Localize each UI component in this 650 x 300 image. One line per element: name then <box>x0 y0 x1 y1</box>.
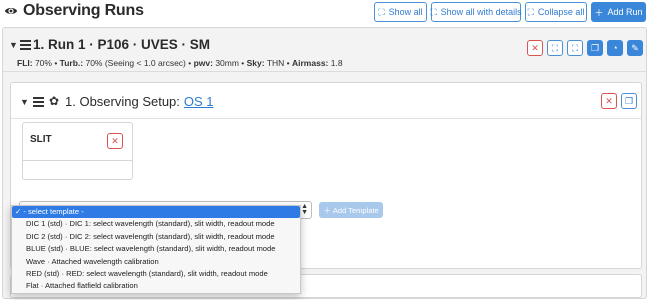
select-arrows-icon: ▲ ▼ <box>301 203 308 216</box>
pwv-label: pwv: <box>193 58 213 68</box>
run-header: ▼ 1. Run 1 · P106 · UVES · SM FLI: 70% •… <box>3 28 646 72</box>
slit-label: SLIT <box>30 134 52 145</box>
show-all-label: Show all <box>388 7 423 17</box>
close-icon: ✕ <box>531 42 539 53</box>
delete-run-button[interactable]: ✕ <box>527 40 543 56</box>
template-option-label: - select template - <box>23 207 84 216</box>
show-all-details-label: Show all with details <box>440 7 522 17</box>
gear-icon[interactable]: ✿ <box>49 94 59 108</box>
run-title: 1. Run 1 · P106 · UVES · SM <box>33 37 211 52</box>
template-option[interactable]: DIC 1 (std) · DIC 1: select wavelength (… <box>12 218 300 230</box>
show-all-button[interactable]: ⛶ Show all <box>374 2 427 22</box>
expand-icon: ⛶ <box>378 6 385 17</box>
menu-icon[interactable] <box>20 40 31 50</box>
template-option[interactable]: ✓ - select template - <box>12 206 300 219</box>
slit-template-card: SLIT ✕ <box>22 122 133 180</box>
fli-label: FLI: <box>17 58 33 68</box>
show-all-details-button[interactable]: ⛶ Show all with details <box>430 2 522 22</box>
clock-button[interactable]: ◔ <box>607 40 623 56</box>
collapse-run-button[interactable]: ⛶ <box>547 40 563 56</box>
plus-icon: ＋ <box>323 205 333 215</box>
add-template-button[interactable]: ＋ Add Template <box>319 202 383 218</box>
expand-icon: ⛶ <box>571 42 579 53</box>
checkmark-icon: ✓ <box>15 207 22 216</box>
collapse-all-button[interactable]: ⛶ Collapse all <box>525 2 587 22</box>
template-option[interactable]: DIC 2 (std) · DIC 2: select wavelength (… <box>12 231 300 243</box>
copy-run-button[interactable]: ❐ <box>587 40 603 56</box>
fli-value: 70% • <box>32 58 60 68</box>
eye-icon <box>4 8 18 14</box>
template-dropdown: ✓ - select template - DIC 1 (std) · DIC 1… <box>11 205 301 294</box>
edit-run-button[interactable]: ✎ <box>627 40 643 56</box>
template-option[interactable]: Flat · Attached flatfield calibration <box>12 280 300 292</box>
turb-label: Turb.: <box>59 58 84 68</box>
close-icon: ✕ <box>605 95 613 106</box>
airmass-value: 1.8 <box>328 58 343 68</box>
copy-setup-button[interactable]: ❐ <box>621 93 637 109</box>
add-template-label: Add Template <box>332 205 379 215</box>
copy-icon: ❐ <box>624 95 634 106</box>
pwv-value: 30mm • <box>212 58 247 68</box>
copy-icon: ❐ <box>590 42 600 53</box>
expand-run-button[interactable]: ⛶ <box>567 40 583 56</box>
expand-icon: ⛶ <box>430 6 437 17</box>
delete-slit-button[interactable]: ✕ <box>107 133 123 149</box>
sky-value: THN • <box>264 58 292 68</box>
page-title: Observing Runs <box>23 2 144 19</box>
setup-title-text: 1. Observing Setup: <box>65 94 180 109</box>
compress-icon: ⛶ <box>551 42 559 53</box>
plus-icon: ＋ <box>594 7 604 18</box>
delete-setup-button[interactable]: ✕ <box>601 93 617 109</box>
menu-icon[interactable] <box>33 97 44 107</box>
setup-link[interactable]: OS 1 <box>184 94 214 109</box>
collapse-all-label: Collapse all <box>537 7 585 17</box>
edit-icon: ✎ <box>631 42 639 53</box>
setup-title: 1. Observing Setup: OS 1 <box>65 94 214 109</box>
airmass-label: Airmass: <box>292 58 329 68</box>
turb-value: 70% (Seeing < 1.0 arcsec) • <box>83 58 194 68</box>
template-option[interactable]: Wave · Attached wavelength calibration <box>12 256 300 268</box>
template-option[interactable]: BLUE (std) · BLUE: select wavelength (st… <box>12 243 300 255</box>
template-option[interactable]: RED (std) · RED: select wavelength (stan… <box>12 268 300 280</box>
caret-down-icon[interactable]: ▼ <box>9 40 18 50</box>
add-run-button[interactable]: ＋ Add Run <box>591 2 646 22</box>
run-conditions: FLI: 70% • Turb.: 70% (Seeing < 1.0 arcs… <box>17 58 343 68</box>
compress-icon: ⛶ <box>527 6 534 17</box>
sky-label: Sky: <box>246 58 265 68</box>
divider <box>23 160 132 161</box>
page-header: Observing Runs ⛶ Show all ⛶ Show all wit… <box>0 0 650 24</box>
caret-down-icon[interactable]: ▼ <box>20 97 29 107</box>
add-run-label: Add Run <box>607 7 643 17</box>
close-icon: ✕ <box>111 135 119 146</box>
clock-icon: ◔ <box>612 43 618 53</box>
setup-header: ▼ ✿ 1. Observing Setup: OS 1 ✕ ❐ <box>11 83 641 119</box>
